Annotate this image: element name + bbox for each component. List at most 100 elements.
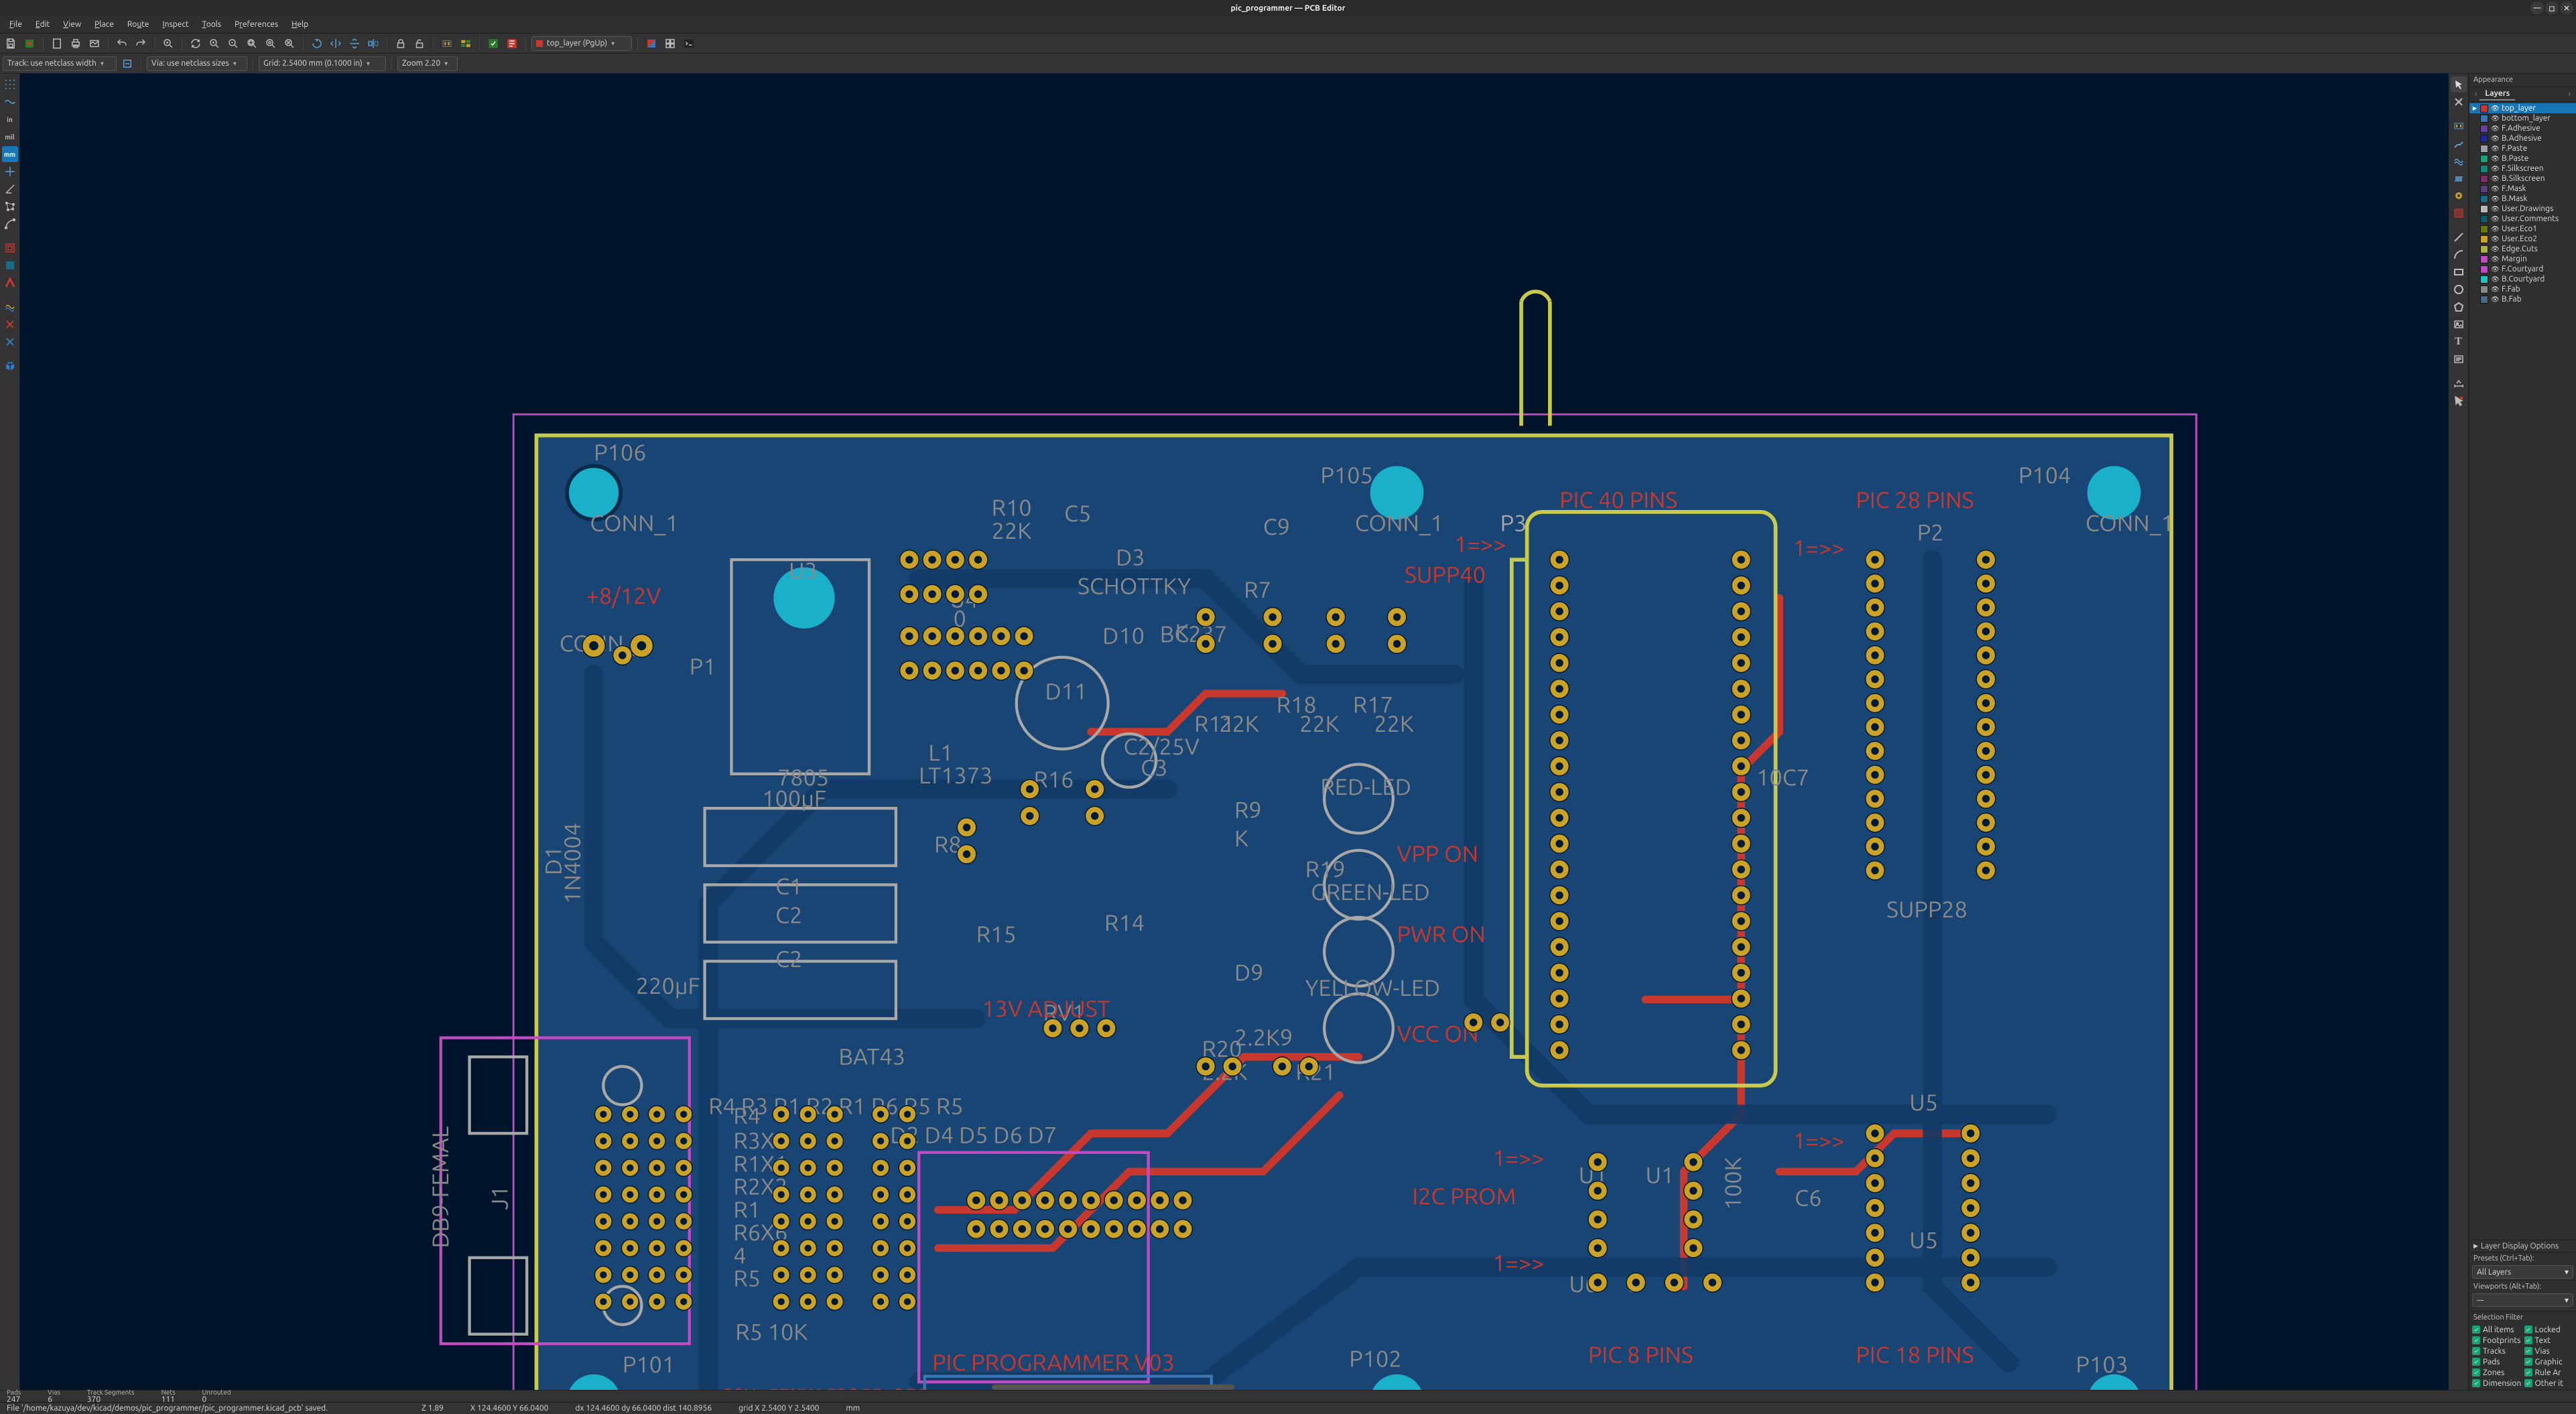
filter-rule-ar[interactable]: ✓Rule Ar [2524, 1367, 2574, 1378]
zoom-fit-icon[interactable] [244, 36, 260, 52]
delete-icon[interactable] [2451, 393, 2467, 409]
draw-circle-icon[interactable] [2451, 281, 2467, 298]
menu-inspect[interactable]: Inspect [157, 18, 194, 31]
layer-row-margin[interactable]: 👁Margin [2469, 254, 2576, 264]
layer-swatch-icon[interactable] [2480, 185, 2488, 193]
layer-swatch-icon[interactable] [2480, 155, 2488, 163]
layer-swatch-icon[interactable] [2480, 195, 2488, 203]
layer-swatch-icon[interactable] [2480, 285, 2488, 294]
window-minimize-button[interactable]: — [2530, 1, 2544, 15]
draw-arc-icon[interactable] [2451, 247, 2467, 263]
add-zone-icon[interactable] [2451, 205, 2467, 221]
filter-locked[interactable]: ✓Locked [2524, 1324, 2574, 1335]
via-size-combo[interactable]: Via: use netclass sizes ▾ [147, 56, 247, 71]
page-settings-icon[interactable] [49, 36, 65, 52]
ratsnest-icon[interactable] [2, 198, 18, 214]
layer-row-f-silkscreen[interactable]: 👁F.Silkscreen [2469, 164, 2576, 174]
zoom-selection-icon[interactable] [281, 36, 298, 52]
via-display-blue-icon[interactable] [2, 334, 18, 350]
layer-visibility-icon[interactable]: 👁 [2491, 155, 2499, 163]
grid-combo[interactable]: Grid: 2.5400 mm (0.1000 in) ▾ [259, 56, 386, 71]
active-layer-combo[interactable]: top_layer (PgUp) ▾ [531, 36, 632, 51]
draw-rect-icon[interactable] [2451, 264, 2467, 280]
layer-visibility-icon[interactable]: 👁 [2491, 255, 2499, 263]
via-display-red-icon[interactable] [2, 316, 18, 332]
layer-visibility-icon[interactable]: 👁 [2491, 185, 2499, 193]
curved-ratsnest-icon[interactable] [2, 216, 18, 232]
find-icon[interactable] [160, 36, 176, 52]
place-footprint-icon[interactable] [2451, 118, 2467, 134]
zone-outline-icon[interactable] [2, 240, 18, 256]
plugin-manager-icon[interactable] [662, 36, 678, 52]
zoom-objects-icon[interactable] [263, 36, 279, 52]
3d-viewer-icon[interactable] [2, 358, 18, 374]
layer-row-f-adhesive[interactable]: 👁F.Adhesive [2469, 123, 2576, 133]
filter-text[interactable]: ✓Text [2524, 1335, 2574, 1346]
viewports-combo[interactable]: ---▾ [2472, 1293, 2573, 1307]
menu-place[interactable]: Place [89, 18, 119, 31]
presets-combo[interactable]: All Layers▾ [2472, 1265, 2573, 1279]
tabs-prev-icon[interactable]: ‹ [2472, 90, 2480, 99]
layer-row-b-fab[interactable]: 👁B.Fab [2469, 294, 2576, 304]
filter-dimensions[interactable]: ✓Dimensions [2472, 1378, 2522, 1389]
layer-display-options-header[interactable]: ▶ Layer Display Options [2469, 1240, 2576, 1252]
layer-visibility-icon[interactable]: 👁 [2491, 175, 2499, 183]
layer-swatch-icon[interactable] [2480, 165, 2488, 173]
filter-zones[interactable]: ✓Zones [2472, 1367, 2522, 1378]
layer-visibility-icon[interactable]: 👁 [2491, 105, 2499, 113]
layer-swatch-icon[interactable] [2480, 225, 2488, 233]
layer-visibility-icon[interactable]: 👁 [2491, 135, 2499, 143]
layer-swatch-icon[interactable] [2480, 125, 2488, 133]
filter-other-it[interactable]: ✓Other it [2524, 1378, 2574, 1389]
layer-swatch-icon[interactable] [2480, 175, 2488, 183]
layer-swatch-icon[interactable] [2480, 145, 2488, 153]
scripting-console-icon[interactable] [681, 36, 697, 52]
layer-swatch-icon[interactable] [2480, 115, 2488, 123]
layer-row-f-courtyard[interactable]: 👁F.Courtyard [2469, 264, 2576, 274]
layer-visibility-icon[interactable]: 👁 [2491, 125, 2499, 133]
layer-row-bottom_layer[interactable]: 👁bottom_layer [2469, 113, 2576, 123]
print-icon[interactable] [68, 36, 84, 52]
units-mm-button[interactable]: mm [2, 146, 18, 162]
layer-row-b-courtyard[interactable]: 👁B.Courtyard [2469, 274, 2576, 284]
layers-list[interactable]: ▶👁top_layer👁bottom_layer👁F.Adhesive👁B.Ad… [2469, 102, 2576, 1240]
highlight-net-icon[interactable] [2451, 94, 2467, 110]
layer-visibility-icon[interactable]: 👁 [2491, 205, 2499, 213]
layer-visibility-icon[interactable]: 👁 [2491, 225, 2499, 233]
window-close-button[interactable]: ✕ [2560, 1, 2573, 15]
layer-row-f-mask[interactable]: 👁F.Mask [2469, 184, 2576, 194]
footprint-editor-icon[interactable] [439, 36, 455, 52]
layer-row-b-paste[interactable]: 👁B.Paste [2469, 153, 2576, 164]
flip-v-icon[interactable] [346, 36, 363, 52]
units-mil-button[interactable]: mil [2, 129, 18, 145]
layer-visibility-icon[interactable]: 👁 [2491, 235, 2499, 243]
zoom-in-icon[interactable] [206, 36, 222, 52]
layer-swatch-icon[interactable] [2480, 275, 2488, 283]
layer-row-user-drawings[interactable]: 👁User.Drawings [2469, 204, 2576, 214]
45-mode-icon[interactable] [2, 181, 18, 197]
add-textbox-icon[interactable] [2451, 351, 2467, 367]
draw-polygon-icon[interactable] [2451, 299, 2467, 315]
window-maximize-button[interactable]: ◻ [2545, 1, 2559, 15]
layer-swatch-icon[interactable] [2480, 255, 2488, 263]
layer-visibility-icon[interactable]: 👁 [2491, 275, 2499, 283]
menu-view[interactable]: View [58, 18, 86, 31]
drc-icon[interactable] [504, 36, 520, 52]
menu-route[interactable]: Route [122, 18, 155, 31]
route-diff-pair-icon[interactable] [2451, 153, 2467, 169]
layer-row-top_layer[interactable]: ▶👁top_layer [2469, 103, 2576, 113]
zone-filled-icon[interactable] [2, 275, 18, 291]
pcb-canvas[interactable]: P106CONN_1 P105CONN_1 P104CONN_1 P101CON… [20, 74, 2449, 1390]
flip-h-icon[interactable] [328, 36, 344, 52]
filter-all-items[interactable]: ✓All items [2472, 1324, 2522, 1335]
zone-hatch-icon[interactable] [2, 257, 18, 273]
layer-swatch-icon[interactable] [2480, 205, 2488, 213]
undo-icon[interactable] [114, 36, 130, 52]
layers-tab[interactable]: Layers [2480, 88, 2515, 101]
layer-row-b-mask[interactable]: 👁B.Mask [2469, 194, 2576, 204]
units-in-button[interactable]: in [2, 111, 18, 127]
add-image-icon[interactable] [2451, 316, 2467, 332]
menu-tools[interactable]: Tools [197, 18, 227, 31]
route-track-icon[interactable] [2451, 135, 2467, 151]
layer-visibility-icon[interactable]: 👁 [2491, 165, 2499, 173]
